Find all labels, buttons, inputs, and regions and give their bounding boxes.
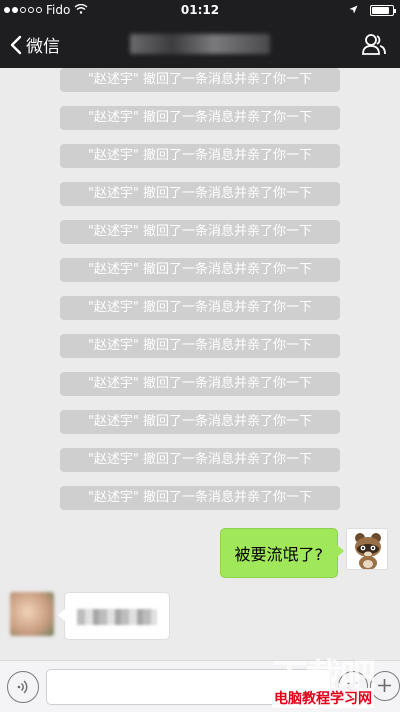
system-message: "赵述宇" 撤回了一条消息并亲了你一下 <box>60 220 340 244</box>
contact-avatar[interactable] <box>10 592 54 636</box>
contacts-icon <box>362 34 386 55</box>
chat-area[interactable]: "赵述宇" 撤回了一条消息并亲了你一下 "赵述宇" 撤回了一条消息并亲了你一下 … <box>0 68 400 660</box>
outgoing-message-bubble[interactable]: 被要流氓了? <box>219 528 344 578</box>
battery-fill <box>372 6 389 14</box>
voice-icon <box>17 680 28 694</box>
system-message: "赵述宇" 撤回了一条消息并亲了你一下 <box>60 410 340 434</box>
system-message: "赵述宇" 撤回了一条消息并亲了你一下 <box>60 372 340 396</box>
system-message: "赵述宇" 撤回了一条消息并亲了你一下 <box>60 296 340 320</box>
status-bar: Fido 01:12 <box>0 0 400 20</box>
battery-icon <box>370 4 396 16</box>
more-button[interactable] <box>370 671 400 701</box>
incoming-message-text <box>77 609 157 625</box>
outgoing-message-row: 被要流氓了? <box>219 528 388 578</box>
system-message: "赵述宇" 撤回了一条消息并亲了你一下 <box>60 106 340 130</box>
chat-title <box>130 34 270 54</box>
system-message: "赵述宇" 撤回了一条消息并亲了你一下 <box>60 182 340 206</box>
incoming-message-bubble[interactable] <box>58 592 170 640</box>
chevron-left-icon <box>10 35 22 54</box>
system-message: "赵述宇" 撤回了一条消息并亲了你一下 <box>60 448 340 472</box>
system-message: "赵述宇" 撤回了一条消息并亲了你一下 <box>60 486 340 510</box>
location-icon <box>349 3 358 17</box>
plus-icon <box>378 679 391 692</box>
system-message: "赵述宇" 撤回了一条消息并亲了你一下 <box>60 258 340 282</box>
raccoon-avatar-icon <box>347 529 387 569</box>
watermark-site: 电脑教程学习网 <box>272 688 374 708</box>
back-button[interactable]: 微信 <box>10 32 60 57</box>
incoming-message-row <box>10 592 170 640</box>
nav-bar: 微信 <box>0 20 400 68</box>
back-label: 微信 <box>26 37 60 57</box>
system-message: "赵述宇" 撤回了一条消息并亲了你一下 <box>60 144 340 168</box>
system-message: "赵述宇" 撤回了一条消息并亲了你一下 <box>60 68 340 92</box>
status-time: 01:12 <box>180 3 220 17</box>
voice-button[interactable] <box>7 671 39 703</box>
my-avatar[interactable] <box>346 528 388 570</box>
system-message: "赵述宇" 撤回了一条消息并亲了你一下 <box>60 334 340 358</box>
status-right <box>349 3 396 17</box>
contacts-button[interactable] <box>362 33 386 59</box>
